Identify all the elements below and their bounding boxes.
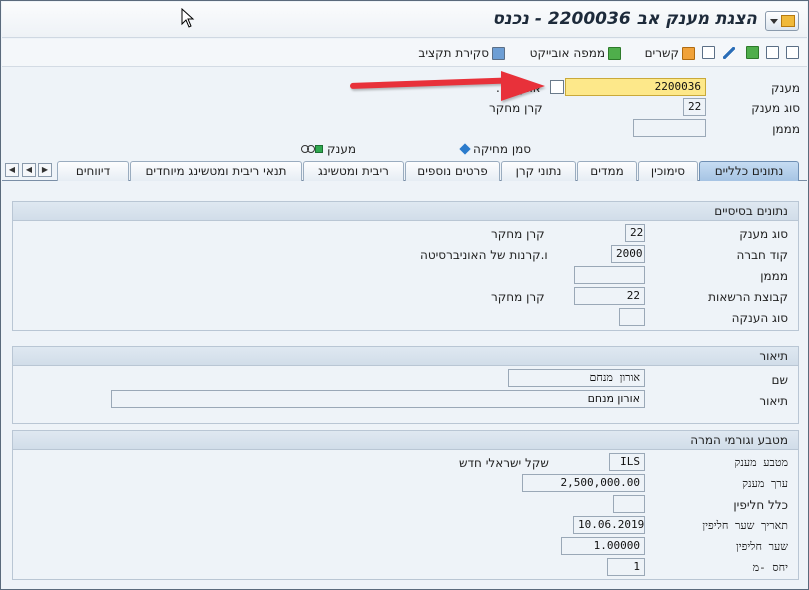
- object-map-icon: [608, 46, 621, 60]
- budget-review-label: סקירת תקציב: [418, 46, 489, 60]
- basic-grant-type-label: סוג מענק: [739, 227, 788, 241]
- object-map-button[interactable]: ממפה אובייקט: [530, 44, 621, 62]
- grant-currency-desc: שקל ישראלי חדש: [459, 456, 549, 470]
- sponsor-field[interactable]: [633, 119, 706, 137]
- grant-type-label: סוג מענק: [751, 101, 800, 115]
- exchange-date-label: תאריך שער חליפין: [702, 519, 788, 532]
- basic-sponsor-label: מממן: [760, 269, 788, 283]
- legend-delete-flag: סמן מחיקה: [459, 142, 532, 156]
- application-toolbar: קשרים ממפה אובייקט סקירת תקציב: [2, 39, 807, 67]
- legend-grant-label: מענק: [327, 142, 356, 156]
- object-map-label: ממפה אובייקט: [529, 46, 605, 60]
- auth-group-field[interactable]: 22: [574, 287, 645, 305]
- currency-title: מטבע וגורמי המרה: [13, 431, 798, 450]
- legend-delete-flag-label: סמן מחיקה: [473, 142, 532, 156]
- export-icon[interactable]: [766, 46, 779, 59]
- tab-scroll-right-icon[interactable]: ▶: [38, 163, 52, 177]
- exchange-rate-label: שער חליפין: [735, 540, 788, 553]
- copy-icon[interactable]: [550, 80, 564, 94]
- chevron-down-icon: [770, 19, 778, 24]
- exchange-date-field[interactable]: 10.06.2019: [573, 516, 645, 534]
- desc-label: תיאור: [759, 394, 788, 408]
- company-code-desc: ו.קרנות של האוניברסיטה: [420, 248, 548, 262]
- navigate-icon[interactable]: [746, 46, 759, 59]
- tab-general-data[interactable]: נתונים כלליים: [699, 161, 799, 181]
- display-icon[interactable]: [786, 46, 799, 59]
- award-type-field[interactable]: [619, 308, 645, 326]
- budget-review-button[interactable]: סקירת תקציב: [418, 44, 505, 62]
- tab-strip: ◀ ◀ ▶ נתונים כלליים סימוכין ממדים נתוני …: [2, 159, 807, 181]
- grant-value-field[interactable]: 2,500,000.00: [522, 474, 645, 492]
- company-code-field[interactable]: 2000: [611, 245, 645, 263]
- grant-type-field[interactable]: 22: [683, 98, 706, 116]
- auth-group-label: קבוצת הרשאות: [708, 290, 788, 304]
- links-label: קשרים: [644, 46, 679, 60]
- diamond-icon: [459, 143, 471, 155]
- name-field[interactable]: אורון מנחם: [508, 369, 645, 387]
- grant-value-label: ערך מענק: [742, 477, 788, 490]
- edit-icon[interactable]: [723, 47, 735, 59]
- budget-review-icon: [492, 46, 505, 60]
- name-label: שם: [771, 373, 788, 387]
- sap-window: הצגת מענק אב 2200036 - נכנס קשרים ממפה א…: [0, 0, 809, 590]
- basic-grant-type-desc: קרן מחקר: [491, 227, 545, 241]
- ratio-field[interactable]: 1: [607, 558, 645, 576]
- window-title: הצגת מענק אב 2200036 - נכנס: [492, 9, 757, 29]
- exchange-rule-field[interactable]: [613, 495, 645, 513]
- links-icon: [682, 46, 695, 60]
- description-title: תיאור: [13, 347, 798, 366]
- callout-arrow-icon: [501, 71, 545, 101]
- basic-data-title: נתונים בסיסיים: [13, 202, 798, 221]
- auth-group-desc: קרן מחקר: [491, 290, 545, 304]
- basic-data-group: נתונים בסיסיים סוג מענק 22 קרן מחקר קוד …: [12, 201, 799, 331]
- legend-grant: מענק: [301, 142, 356, 156]
- description-group: תיאור שם אורון מנחם תיאור אורון מנחם: [12, 346, 799, 424]
- tab-dimensions[interactable]: ממדים: [577, 161, 637, 181]
- sponsor-label: מממן: [772, 122, 800, 136]
- ratio-label: יחס -מ: [752, 561, 788, 574]
- exchange-rate-field[interactable]: 1.00000: [561, 537, 645, 555]
- mouse-cursor-icon: [181, 8, 195, 28]
- tab-additional-details[interactable]: פרטים נוספים: [405, 161, 500, 181]
- tab-special-interest-matching[interactable]: תנאי ריבית ומטשינג מיוחדים: [130, 161, 302, 181]
- new-document-icon[interactable]: [702, 46, 715, 59]
- tab-first-icon[interactable]: ◀: [22, 163, 36, 177]
- exchange-rule-label: כלל חליפין: [733, 498, 788, 512]
- basic-grant-type-field[interactable]: 22: [625, 224, 645, 242]
- currency-group: מטבע וגורמי המרה מטבע מענק ILS שקל ישראל…: [12, 430, 799, 580]
- links-button[interactable]: קשרים: [645, 44, 695, 62]
- callout-arrow-shaft: [349, 77, 511, 89]
- grant-label: מענק: [771, 81, 800, 95]
- tab-references[interactable]: סימוכין: [638, 161, 698, 181]
- tab-fund-data[interactable]: נתוני קרן: [501, 161, 576, 181]
- hierarchy-icon: [301, 144, 323, 154]
- basic-sponsor-field[interactable]: [574, 266, 645, 284]
- tab-scroll-left-icon[interactable]: ◀: [5, 163, 19, 177]
- grant-type-desc: קרן מחקר: [489, 101, 543, 115]
- award-type-label: סוג הענקה: [731, 311, 788, 325]
- tab-content: נתונים בסיסיים סוג מענק 22 קרן מחקר קוד …: [2, 182, 807, 582]
- desc-field[interactable]: אורון מנחם: [111, 390, 645, 408]
- tab-reports[interactable]: דיווחים: [57, 161, 129, 181]
- company-code-label: קוד חברה: [736, 248, 788, 262]
- sap-logo-icon: [781, 15, 795, 27]
- menu-button[interactable]: [765, 11, 799, 31]
- tab-interest-matching[interactable]: ריבית ומטשינג: [303, 161, 404, 181]
- grant-currency-label: מטבע מענק: [734, 456, 788, 469]
- grant-number-field[interactable]: 2200036: [565, 78, 706, 96]
- grant-currency-field[interactable]: ILS: [609, 453, 645, 471]
- title-bar: הצגת מענק אב 2200036 - נכנס: [2, 2, 807, 38]
